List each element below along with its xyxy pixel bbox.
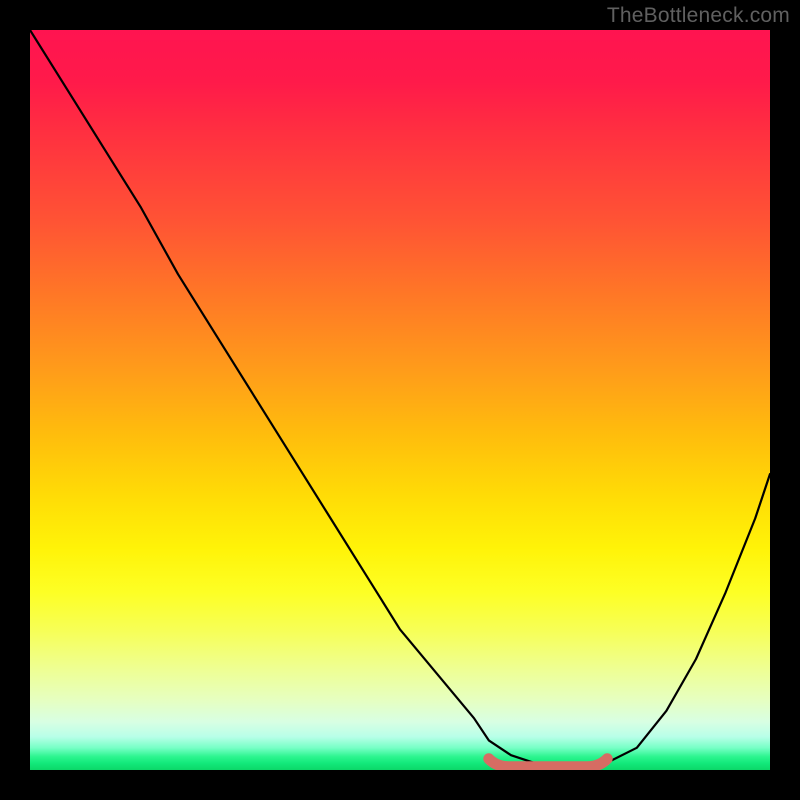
bottleneck-curve: [30, 30, 770, 770]
optimal-range-marker: [489, 759, 607, 767]
chart-stage: TheBottleneck.com: [0, 0, 800, 800]
watermark-text: TheBottleneck.com: [607, 4, 790, 28]
plot-area: [30, 30, 770, 770]
curve-layer: [30, 30, 770, 770]
